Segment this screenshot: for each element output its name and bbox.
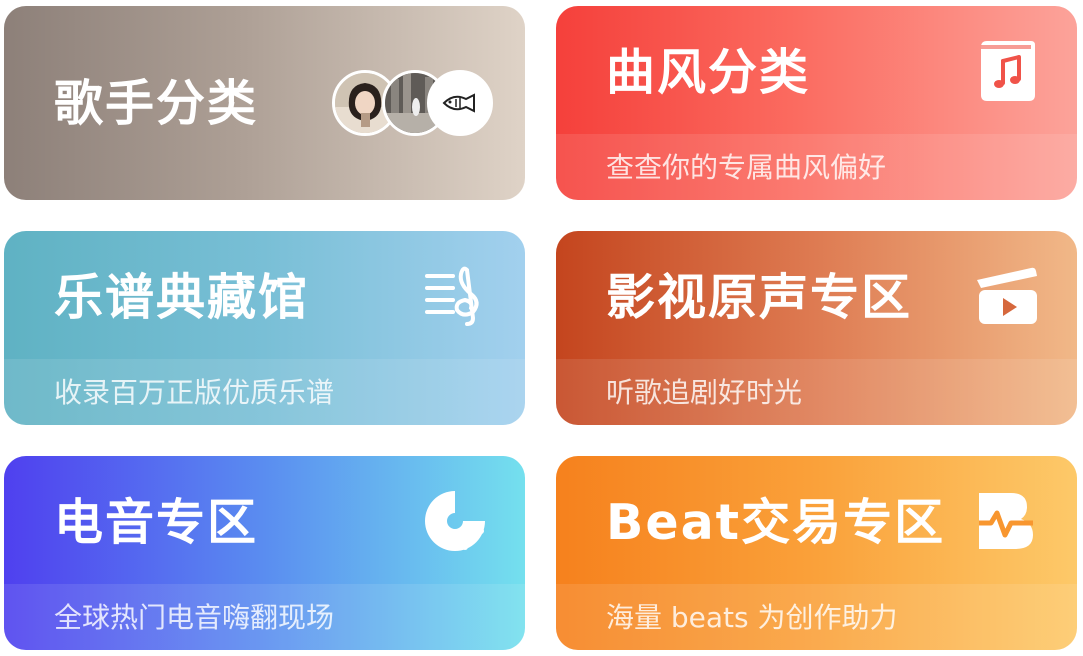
singer-avatars	[332, 70, 493, 136]
card-title: 曲风分类	[606, 44, 811, 101]
music-book-icon	[981, 41, 1035, 101]
card-singer-category[interactable]: 歌手分类	[4, 6, 525, 200]
avatar	[427, 70, 493, 136]
treble-clef-sheet-icon	[425, 266, 479, 326]
card-genre-category[interactable]: 曲风分类 查查你的专属曲风偏好	[556, 6, 1077, 200]
card-electronic[interactable]: 电音专区 全球热门电音嗨翻现场	[4, 456, 525, 650]
beat-b-icon	[979, 493, 1033, 549]
card-title: 影视原声专区	[606, 269, 913, 326]
card-title: 电音专区	[54, 494, 259, 551]
card-film-soundtrack[interactable]: 影视原声专区 听歌追剧好时光	[556, 231, 1077, 425]
card-title: 乐谱典藏馆	[54, 269, 310, 326]
card-sheet-music[interactable]: 乐谱典藏馆 收录百万正版优质乐谱	[4, 231, 525, 425]
clapperboard-icon	[977, 267, 1037, 324]
card-subtitle: 海量 beats 为创作助力	[606, 601, 898, 634]
card-title: 歌手分类	[54, 75, 259, 132]
card-subtitle: 全球热门电音嗨翻现场	[54, 601, 335, 634]
card-subtitle: 收录百万正版优质乐谱	[54, 376, 335, 409]
card-beat-trading[interactable]: Beat交易专区 海量 beats 为创作助力	[556, 456, 1077, 650]
vinyl-dots-icon	[425, 491, 485, 551]
card-subtitle: 听歌追剧好时光	[606, 376, 803, 409]
card-subtitle: 查查你的专属曲风偏好	[606, 151, 887, 184]
card-title: Beat交易专区	[606, 494, 946, 551]
